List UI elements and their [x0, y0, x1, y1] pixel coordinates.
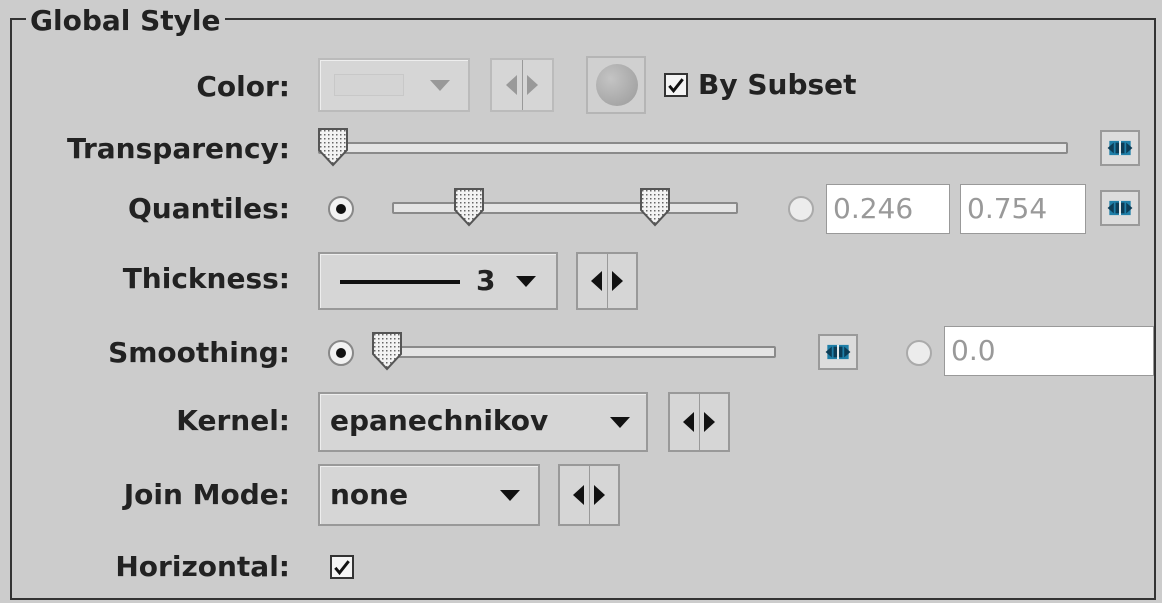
thickness-combo[interactable]: 3 — [318, 252, 558, 310]
by-subset-checkbox[interactable] — [664, 73, 688, 97]
horizontal-label: Horizontal: — [115, 550, 290, 583]
smoothing-slider-radio[interactable] — [328, 340, 354, 366]
arrow-left-icon — [573, 485, 584, 505]
previous-button[interactable] — [492, 60, 523, 110]
chevron-down-icon — [500, 490, 520, 501]
color-stepper[interactable] — [490, 58, 554, 112]
quantiles-text-radio[interactable] — [788, 196, 814, 222]
kernel-value: epanechnikov — [330, 404, 549, 437]
thickness-value: 3 — [476, 264, 496, 297]
line-thickness-icon — [340, 280, 460, 284]
smoothing-value-field[interactable]: 0.0 — [944, 326, 1154, 376]
quantiles-slider-radio[interactable] — [328, 196, 354, 222]
next-button[interactable] — [589, 466, 618, 524]
quantiles-reset-button[interactable] — [1100, 190, 1140, 226]
arrow-left-icon — [506, 75, 517, 95]
panel-title: Global Style — [26, 4, 225, 38]
smoothing-text-radio[interactable] — [906, 340, 932, 366]
slider-thumb-icon[interactable] — [370, 330, 404, 372]
kernel-label: Kernel: — [176, 404, 290, 437]
previous-button[interactable] — [578, 254, 608, 308]
color-label: Color: — [196, 70, 290, 103]
transparency-reset-button[interactable] — [1100, 130, 1140, 166]
arrow-right-icon — [704, 412, 715, 432]
transparency-label: Transparency: — [66, 132, 290, 165]
kernel-stepper[interactable] — [668, 392, 730, 452]
previous-button[interactable] — [670, 394, 700, 450]
color-chooser-button[interactable] — [586, 56, 646, 114]
color-combo[interactable] — [318, 58, 470, 112]
join-mode-stepper[interactable] — [558, 464, 620, 526]
chevron-down-icon — [516, 276, 536, 287]
quantile-high-field[interactable]: 0.754 — [960, 184, 1086, 234]
arrow-right-icon — [594, 485, 605, 505]
quantile-low-field[interactable]: 0.246 — [826, 184, 950, 234]
arrow-left-icon — [591, 271, 602, 291]
join-mode-value: none — [330, 478, 409, 511]
chevron-down-icon — [430, 80, 450, 91]
join-mode-label: Join Mode: — [123, 478, 290, 511]
color-circle-icon — [596, 64, 638, 106]
reset-icon — [1102, 192, 1138, 224]
horizontal-checkbox[interactable] — [330, 555, 354, 579]
previous-button[interactable] — [560, 466, 590, 524]
arrow-right-icon — [612, 271, 623, 291]
color-swatch — [334, 74, 404, 96]
reset-icon — [820, 336, 856, 368]
slider-thumb-icon[interactable] — [638, 186, 672, 228]
check-icon — [666, 75, 686, 95]
join-mode-combo[interactable]: none — [318, 464, 540, 526]
thickness-stepper[interactable] — [576, 252, 638, 310]
transparency-slider-track[interactable] — [318, 142, 1068, 154]
next-button[interactable] — [699, 394, 728, 450]
smoothing-slider-track[interactable] — [374, 346, 776, 358]
thickness-label: Thickness: — [122, 262, 290, 295]
chevron-down-icon — [610, 417, 630, 428]
by-subset-label: By Subset — [698, 68, 857, 101]
check-icon — [332, 557, 352, 577]
smoothing-reset-button[interactable] — [818, 334, 858, 370]
kernel-combo[interactable]: epanechnikov — [318, 392, 648, 452]
slider-thumb-icon[interactable] — [452, 186, 486, 228]
slider-thumb-icon[interactable] — [316, 126, 350, 168]
arrow-right-icon — [527, 75, 538, 95]
reset-icon — [1102, 132, 1138, 164]
smoothing-label: Smoothing: — [108, 336, 290, 369]
quantiles-label: Quantiles: — [128, 192, 290, 225]
arrow-left-icon — [683, 412, 694, 432]
quantiles-slider-track[interactable] — [392, 202, 738, 214]
next-button[interactable] — [522, 60, 552, 110]
next-button[interactable] — [607, 254, 636, 308]
